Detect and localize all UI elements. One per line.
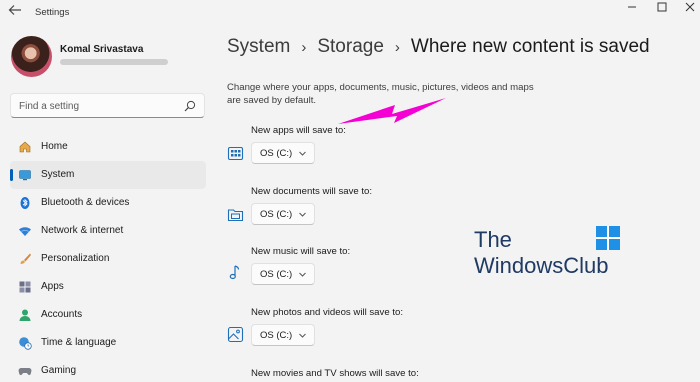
sidebar-item-system[interactable]: System: [10, 161, 206, 189]
sidebar-item-label: Home: [41, 141, 68, 152]
documents-save-label: New documents will save to:: [251, 186, 373, 197]
gamepad-icon: [17, 363, 33, 379]
dropdown-value: OS (C:): [260, 269, 293, 280]
sidebar-item-personalization[interactable]: Personalization: [10, 245, 206, 273]
sidebar-item-bluetooth[interactable]: Bluetooth & devices: [10, 189, 206, 217]
search-input[interactable]: [19, 98, 179, 114]
watermark-line1: The: [474, 227, 512, 252]
avatar[interactable]: [11, 36, 52, 77]
windows-logo-icon: [596, 226, 620, 250]
wifi-icon: [17, 223, 33, 239]
back-button[interactable]: [8, 4, 28, 20]
dropdown-value: OS (C:): [260, 209, 293, 220]
app-title: Settings: [35, 7, 70, 18]
dropdown-value: OS (C:): [260, 148, 293, 159]
apps-icon: [17, 279, 33, 295]
minimize-button[interactable]: [618, 0, 646, 14]
sidebar-item-label: Time & language: [41, 337, 117, 348]
chevron-down-icon: [299, 272, 306, 277]
music-drive-dropdown[interactable]: OS (C:): [251, 263, 315, 285]
brush-icon: [17, 251, 33, 267]
music-save-label: New music will save to:: [251, 246, 351, 257]
bluetooth-icon: [17, 195, 33, 211]
sidebar-item-gaming[interactable]: Gaming: [10, 357, 206, 382]
photo-icon: [227, 326, 244, 343]
sidebar-item-label: Personalization: [41, 253, 110, 264]
close-icon: [685, 2, 695, 12]
sidebar-item-apps[interactable]: Apps: [10, 273, 206, 301]
person-icon: [17, 307, 33, 323]
apps-save-label: New apps will save to:: [251, 125, 346, 136]
sidebar-item-time-language[interactable]: Time & language: [10, 329, 206, 357]
sidebar-item-accounts[interactable]: Accounts: [10, 301, 206, 329]
dropdown-value: OS (C:): [260, 330, 293, 341]
breadcrumb-system[interactable]: System: [227, 36, 290, 58]
search-box[interactable]: [10, 93, 205, 118]
title-bar: Settings: [0, 0, 700, 28]
photos-drive-dropdown[interactable]: OS (C:): [251, 324, 315, 346]
breadcrumb: System › Storage › Where new content is …: [227, 36, 650, 58]
sidebar-item-network[interactable]: Network & internet: [10, 217, 206, 245]
chevron-right-icon: ›: [301, 38, 307, 56]
monitor-icon: [17, 167, 33, 183]
chevron-right-icon: ›: [394, 38, 400, 56]
minimize-icon: [628, 6, 636, 8]
user-email-redacted: [60, 59, 168, 65]
apps-drive-dropdown[interactable]: OS (C:): [251, 142, 315, 164]
page-description: Change where your apps, documents, music…: [227, 82, 534, 106]
photos-save-label: New photos and videos will save to:: [251, 307, 403, 318]
chevron-down-icon: [299, 212, 306, 217]
maximize-icon: [657, 2, 667, 12]
sidebar-item-label: System: [41, 169, 75, 180]
folder-icon: [227, 209, 244, 222]
watermark-line2: WindowsClub: [474, 253, 609, 278]
globe-clock-icon: [17, 335, 33, 351]
movies-save-label: New movies and TV shows will save to:: [251, 368, 419, 379]
chevron-down-icon: [299, 333, 306, 338]
apps-storage-icon: [227, 146, 244, 161]
back-arrow-icon: [8, 5, 21, 15]
sidebar-item-label: Accounts: [41, 309, 83, 320]
search-icon[interactable]: [184, 100, 196, 112]
sidebar-item-label: Gaming: [41, 365, 77, 376]
maximize-button[interactable]: [648, 0, 676, 14]
page-title: Where new content is saved: [410, 36, 650, 57]
sidebar-item-home[interactable]: Home: [10, 133, 206, 161]
music-note-icon: [229, 265, 240, 280]
sidebar-nav: Home System Bluetooth & devices Network …: [10, 133, 206, 382]
documents-drive-dropdown[interactable]: OS (C:): [251, 203, 315, 225]
sidebar-item-label: Apps: [41, 281, 64, 292]
user-name: Komal Srivastava: [60, 44, 144, 55]
home-icon: [17, 139, 33, 155]
sidebar-item-label: Bluetooth & devices: [41, 197, 130, 208]
breadcrumb-storage[interactable]: Storage: [317, 36, 384, 58]
sidebar-item-label: Network & internet: [41, 225, 124, 236]
close-button[interactable]: [676, 0, 700, 14]
chevron-down-icon: [299, 151, 306, 156]
